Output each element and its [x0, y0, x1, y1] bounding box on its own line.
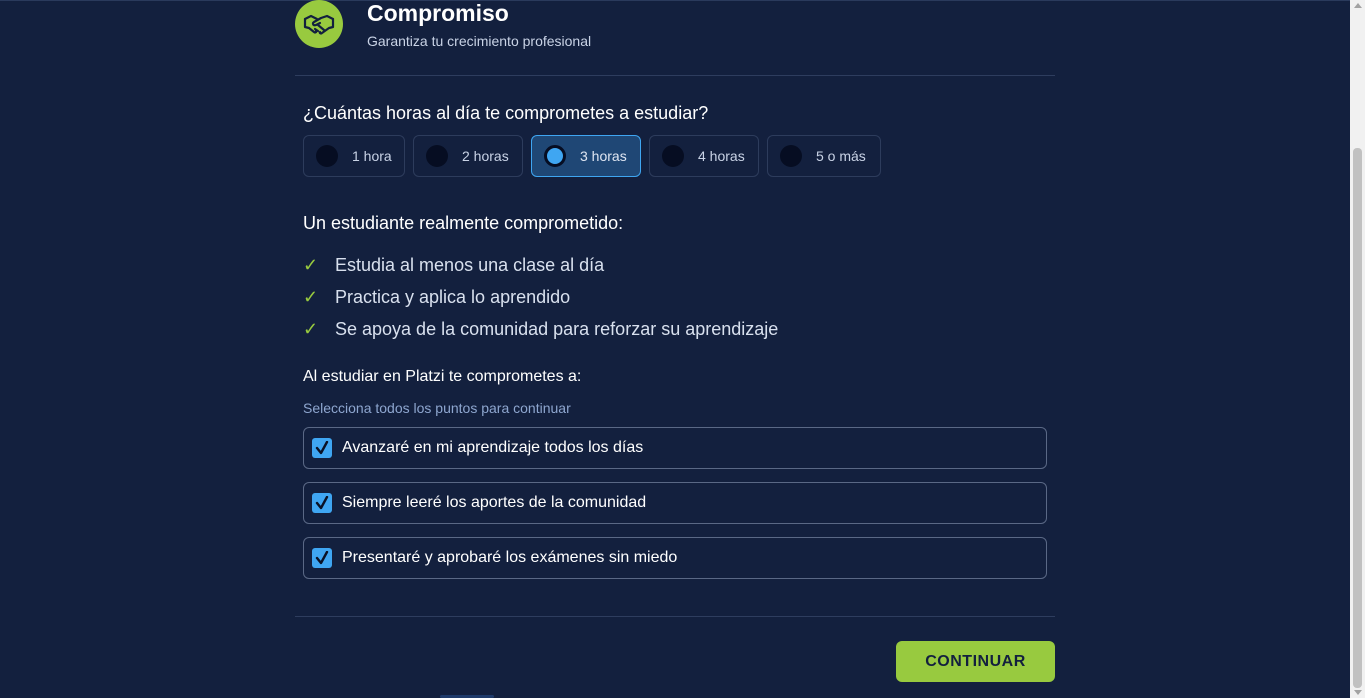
pledge-label: Siempre leeré los aportes de la comunida… [342, 494, 647, 511]
list-item-text: Se apoya de la comunidad para reforzar s… [335, 318, 779, 339]
page-subtitle: Garantiza tu crecimiento profesional [367, 33, 592, 49]
pledge-label: Avanzaré en mi aprendizaje todos los día… [342, 439, 644, 456]
pledge-title: Al estudiar en Platzi te comprometes a: [303, 368, 582, 385]
hours-option-label: 4 horas [698, 148, 745, 164]
hours-option-label: 5 o más [816, 148, 866, 164]
radio-button[interactable] [316, 145, 338, 167]
hours-option-2[interactable]: 2 horas [413, 135, 523, 177]
hours-option-label: 1 hora [352, 148, 392, 164]
check-icon: ✓ [303, 286, 319, 307]
top-border [0, 0, 1350, 1]
header-divider [295, 75, 1055, 76]
hours-option-4[interactable]: 4 horas [649, 135, 759, 177]
page-title: Compromiso [367, 0, 509, 26]
list-item: ✓ Se apoya de la comunidad para reforzar… [303, 313, 778, 345]
hours-option-5[interactable]: 5 o más [767, 135, 881, 177]
pledge-option-1[interactable]: Avanzaré en mi aprendizaje todos los día… [303, 427, 1047, 469]
check-icon: ✓ [303, 254, 319, 275]
checkmark-icon [315, 496, 329, 510]
radio-button[interactable] [780, 145, 802, 167]
hours-option-label: 2 horas [462, 148, 509, 164]
checkbox[interactable] [312, 548, 332, 568]
continue-button[interactable]: CONTINUAR [896, 641, 1055, 682]
list-item: ✓ Practica y aplica lo aprendido [303, 281, 778, 313]
radio-button[interactable] [662, 145, 684, 167]
pledge-option-3[interactable]: Presentaré y aprobaré los exámenes sin m… [303, 537, 1047, 579]
handshake-icon [295, 0, 343, 48]
pledge-option-2[interactable]: Siempre leeré los aportes de la comunida… [303, 482, 1047, 524]
hours-question: ¿Cuántas horas al día te comprometes a e… [303, 103, 709, 123]
checkmark-icon [315, 441, 329, 455]
committed-student-title: Un estudiante realmente comprometido: [303, 213, 624, 233]
list-item-text: Practica y aplica lo aprendido [335, 286, 571, 307]
pledge-list: Avanzaré en mi aprendizaje todos los día… [303, 427, 1047, 592]
pledge-hint: Selecciona todos los puntos para continu… [303, 400, 571, 416]
checkbox[interactable] [312, 493, 332, 513]
hours-options: 1 hora 2 horas 3 horas 4 horas 5 o más [303, 135, 881, 177]
committed-student-list: ✓ Estudia al menos una clase al día ✓ Pr… [303, 249, 778, 345]
scrollbar[interactable] [1350, 0, 1365, 698]
list-item: ✓ Estudia al menos una clase al día [303, 249, 778, 281]
hours-option-1[interactable]: 1 hora [303, 135, 405, 177]
scroll-up-arrow-icon[interactable] [1354, 3, 1362, 8]
hours-option-label: 3 horas [580, 148, 627, 164]
footer-divider [295, 616, 1055, 617]
checkbox[interactable] [312, 438, 332, 458]
list-item-text: Estudia al menos una clase al día [335, 254, 605, 275]
scrollbar-thumb[interactable] [1353, 148, 1362, 688]
radio-button-selected[interactable] [544, 145, 566, 167]
checkmark-icon [315, 551, 329, 565]
hours-option-3[interactable]: 3 horas [531, 135, 641, 177]
check-icon: ✓ [303, 318, 319, 339]
radio-button[interactable] [426, 145, 448, 167]
scroll-down-arrow-icon[interactable] [1354, 690, 1362, 695]
pledge-label: Presentaré y aprobaré los exámenes sin m… [342, 549, 678, 566]
